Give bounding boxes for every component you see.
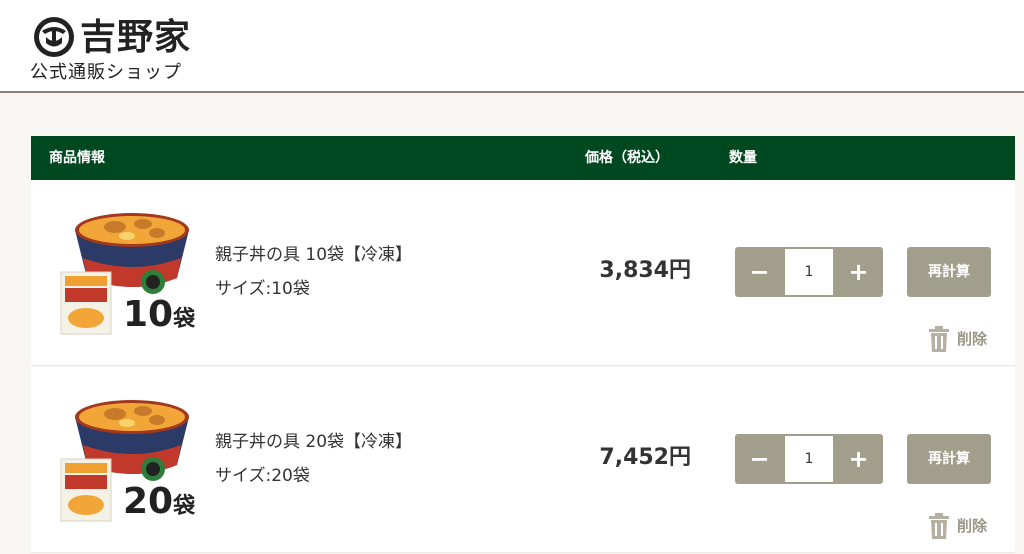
product-image-count: 20袋 [123,481,196,522]
product-name[interactable]: 親子丼の具 20袋【冷凍】 [215,429,412,455]
product-price: 3,834円 [599,258,691,283]
quantity-input[interactable] [784,435,834,483]
quantity-input[interactable] [784,248,834,296]
cart-item-row: 20袋 親子丼の具 20袋【冷凍】 サイズ:20袋 7,452円 − + 再計算… [31,367,1015,553]
brand-name: 吉野家 [80,16,192,58]
decrease-quantity-button[interactable]: − [735,434,784,484]
product-size: サイズ:20袋 [215,466,310,486]
delete-button[interactable]: 削除 [927,513,991,539]
trash-icon [929,513,949,539]
product-price: 7,452円 [599,445,691,470]
header-quantity: 数量 [729,150,757,166]
product-image-count: 10袋 [123,294,196,335]
delete-label: 削除 [957,330,988,348]
trash-icon [929,326,949,352]
cart-table: 商品情報 価格（税込） 数量 10袋 親子丼の具 10袋【冷凍】 サイズ:10袋… [31,136,1015,554]
cart-item-row: 10袋 親子丼の具 10袋【冷凍】 サイズ:10袋 3,834円 − + 再計算… [31,180,1015,366]
brand-logo[interactable]: 吉野家 公式通販ショップ [28,12,208,84]
site-header: 吉野家 公式通販ショップ [0,0,1024,93]
increase-quantity-button[interactable]: + [834,247,883,297]
product-size: サイズ:10袋 [215,279,310,299]
yoshinoya-logo-icon [34,17,74,57]
product-image[interactable]: 20袋 [57,387,197,527]
cart-table-header: 商品情報 価格（税込） 数量 [31,136,1015,180]
header-price: 価格（税込） [585,150,669,166]
brand-subtitle: 公式通販ショップ [30,62,182,83]
quantity-stepper: − + [735,247,883,297]
product-name[interactable]: 親子丼の具 10袋【冷凍】 [215,242,412,268]
recalculate-button[interactable]: 再計算 [907,434,991,484]
header-product-info: 商品情報 [49,150,105,166]
quantity-stepper: − + [735,434,883,484]
increase-quantity-button[interactable]: + [834,434,883,484]
decrease-quantity-button[interactable]: − [735,247,784,297]
delete-button[interactable]: 削除 [927,326,991,352]
product-image[interactable]: 10袋 [57,200,197,340]
delete-label: 削除 [957,517,988,535]
recalculate-button[interactable]: 再計算 [907,247,991,297]
